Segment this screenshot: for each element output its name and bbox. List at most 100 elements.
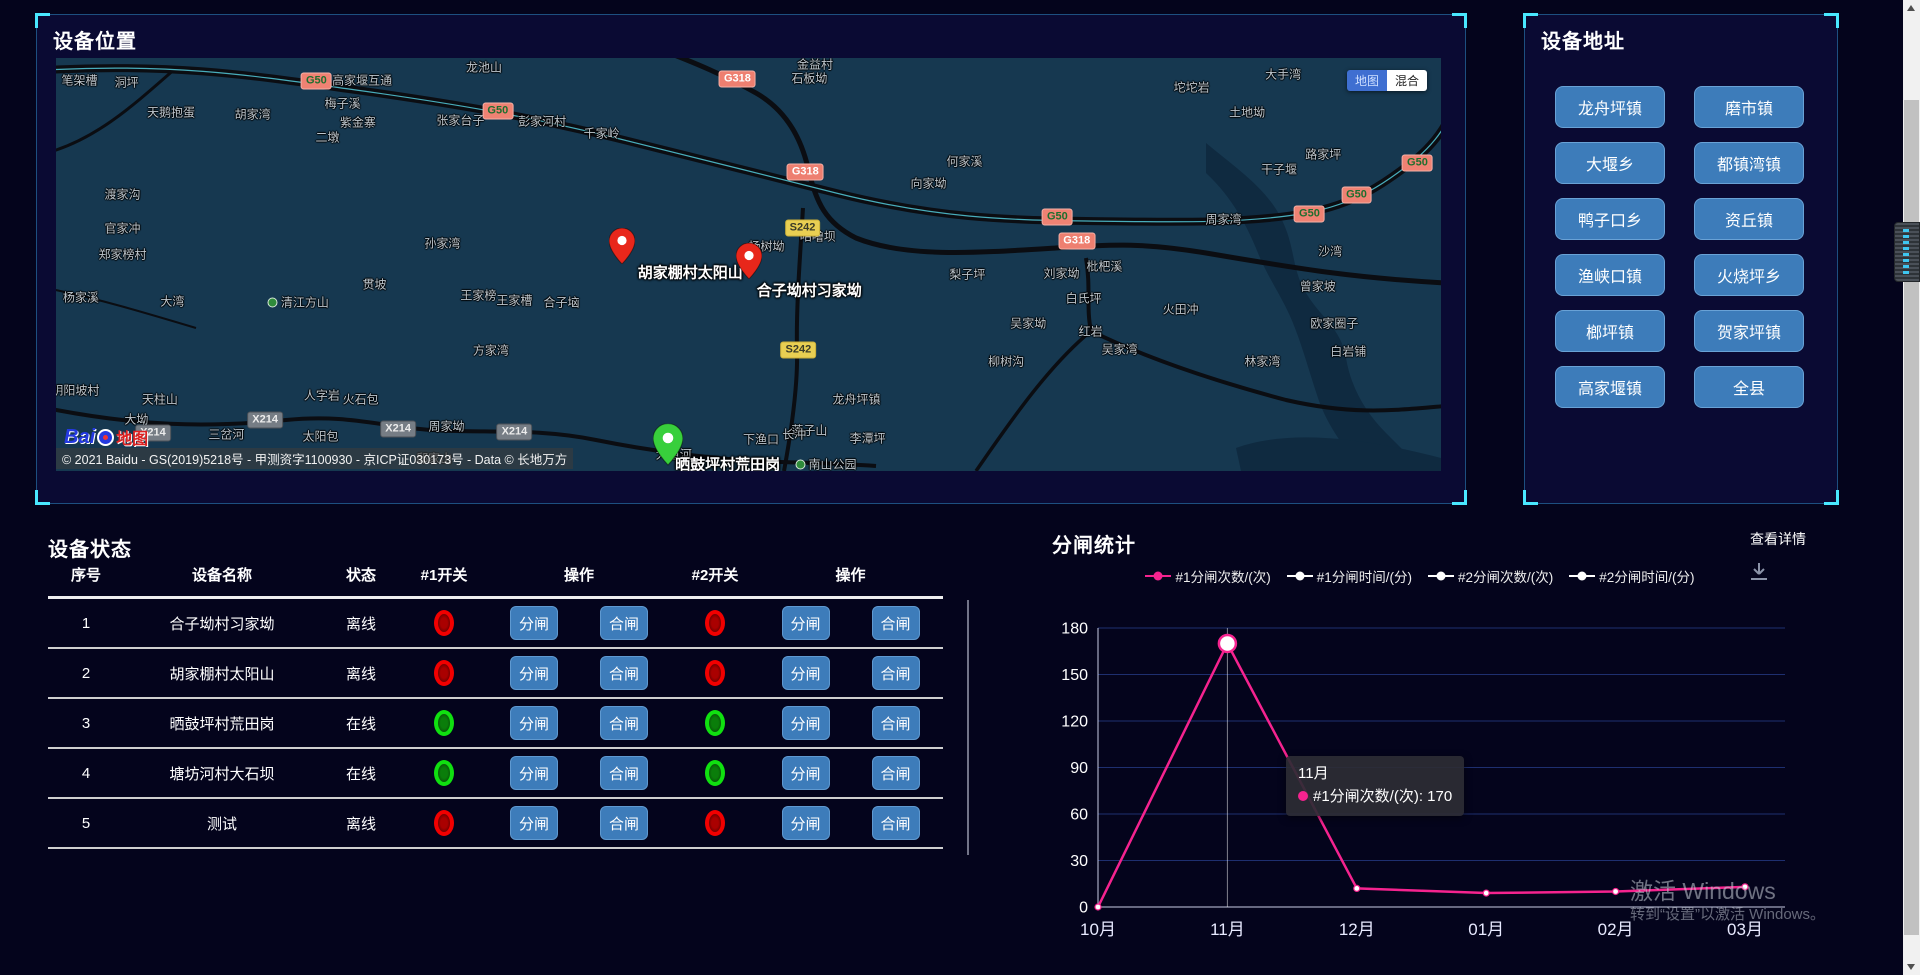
map-place-label: 石板坳 bbox=[791, 69, 827, 86]
legend-label: #2分闸次数/(次) bbox=[1458, 566, 1553, 586]
table-row: 1合子坳村习家坳离线分闸合闸分闸合闸 bbox=[48, 599, 943, 649]
close-switch-button[interactable]: 合闸 bbox=[600, 756, 648, 790]
address-button[interactable]: 龙舟坪镇 bbox=[1555, 86, 1665, 128]
switch2-cell bbox=[672, 660, 758, 686]
close-switch-button[interactable]: 合闸 bbox=[872, 756, 920, 790]
map-place-label: 柳树沟 bbox=[988, 353, 1024, 370]
address-button[interactable]: 全县 bbox=[1694, 366, 1804, 408]
table-row: 5测试离线分闸合闸分闸合闸 bbox=[48, 799, 943, 849]
switch1-indicator bbox=[434, 660, 454, 686]
view-details-link[interactable]: 查看详情 bbox=[1750, 529, 1806, 549]
device-name: 晒鼓坪村荒田岗 bbox=[124, 713, 320, 734]
open-switch-button[interactable]: 分闸 bbox=[782, 756, 830, 790]
road-shield: X214 bbox=[380, 420, 416, 437]
address-button[interactable]: 火烧坪乡 bbox=[1694, 254, 1804, 296]
switch2-indicator bbox=[705, 760, 725, 786]
table-scrollbar[interactable] bbox=[967, 600, 969, 855]
map-marker[interactable] bbox=[609, 228, 635, 269]
switch1-cell bbox=[402, 760, 486, 786]
address-button[interactable]: 渔峡口镇 bbox=[1555, 254, 1665, 296]
legend-item[interactable]: #2分闸次数/(次) bbox=[1428, 566, 1553, 586]
table-header-row: 序号设备名称状态#1开关操作#2开关操作 bbox=[48, 553, 943, 599]
switch2-cell bbox=[672, 610, 758, 636]
tooltip-row: #1分闸次数/(次): 170 bbox=[1298, 786, 1452, 809]
switch2-actions: 分闸 合闸 bbox=[758, 706, 943, 740]
road-shield: G318 bbox=[719, 71, 756, 88]
road-shield: G50 bbox=[1042, 209, 1073, 226]
address-button-grid: 龙舟坪镇磨市镇大堰乡都镇湾镇鸭子口乡资丘镇渔峡口镇火烧坪乡榔坪镇贺家坪镇高家堰镇… bbox=[1555, 86, 1804, 408]
close-switch-button[interactable]: 合闸 bbox=[600, 656, 648, 690]
switch1-actions: 分闸 合闸 bbox=[486, 806, 672, 840]
map-type-map-button[interactable]: 地图 bbox=[1347, 70, 1387, 91]
open-switch-button[interactable]: 分闸 bbox=[782, 656, 830, 690]
map-place-label: 周家坳 bbox=[429, 417, 465, 434]
device-status: 离线 bbox=[320, 613, 402, 634]
legend-label: #1分闸次数/(次) bbox=[1175, 566, 1270, 586]
open-switch-button[interactable]: 分闸 bbox=[510, 656, 558, 690]
map-place-label: 梨子坪 bbox=[949, 265, 985, 282]
switch1-actions: 分闸 合闸 bbox=[486, 656, 672, 690]
switch2-indicator bbox=[705, 810, 725, 836]
map-place-label: 郑家榜村 bbox=[98, 246, 146, 263]
close-switch-button[interactable]: 合闸 bbox=[600, 706, 648, 740]
row-index: 5 bbox=[48, 815, 124, 832]
address-button[interactable]: 磨市镇 bbox=[1694, 86, 1804, 128]
legend-item[interactable]: #1分闸次数/(次) bbox=[1145, 566, 1270, 586]
legend-item[interactable]: #1分闸时间/(分) bbox=[1287, 566, 1412, 586]
close-switch-button[interactable]: 合闸 bbox=[872, 706, 920, 740]
address-button[interactable]: 大堰乡 bbox=[1555, 142, 1665, 184]
tooltip-title: 11月 bbox=[1298, 763, 1452, 786]
row-index: 3 bbox=[48, 715, 124, 732]
address-button[interactable]: 贺家坪镇 bbox=[1694, 310, 1804, 352]
map-type-hybrid-button[interactable]: 混合 bbox=[1387, 70, 1427, 91]
map-place-label: 三岔河 bbox=[208, 425, 244, 442]
address-button[interactable]: 高家堰镇 bbox=[1555, 366, 1665, 408]
open-switch-button[interactable]: 分闸 bbox=[782, 606, 830, 640]
switch1-indicator bbox=[434, 710, 454, 736]
open-switch-button[interactable]: 分闸 bbox=[510, 756, 558, 790]
map-marker[interactable] bbox=[736, 243, 762, 284]
address-button[interactable]: 鸭子口乡 bbox=[1555, 198, 1665, 240]
trip-stats-title: 分闸统计 bbox=[1052, 529, 1136, 558]
address-button[interactable]: 榔坪镇 bbox=[1555, 310, 1665, 352]
close-switch-button[interactable]: 合闸 bbox=[600, 806, 648, 840]
scroll-up-icon[interactable] bbox=[1907, 5, 1915, 11]
floating-side-widget[interactable] bbox=[1894, 222, 1920, 282]
browser-scrollbar[interactable] bbox=[1903, 0, 1920, 975]
row-index: 2 bbox=[48, 665, 124, 682]
svg-text:150: 150 bbox=[1061, 667, 1088, 684]
baidu-map[interactable]: 笔架槽洞坪天鹅抱蛋胡家湾高家堰互通梅子溪紫金寨二墩龙池山张家台子彭家河村千家岭金… bbox=[56, 58, 1441, 471]
map-place-label: 长冲 bbox=[782, 425, 806, 442]
legend-item[interactable]: #2分闸时间/(分) bbox=[1569, 566, 1694, 586]
scroll-down-icon[interactable] bbox=[1907, 964, 1915, 970]
map-marker-label: 合子坳村习家坳 bbox=[757, 280, 862, 301]
device-status: 在线 bbox=[320, 763, 402, 784]
svg-text:12月: 12月 bbox=[1339, 920, 1375, 939]
open-switch-button[interactable]: 分闸 bbox=[782, 706, 830, 740]
column-header: #1开关 bbox=[402, 564, 486, 585]
svg-text:0: 0 bbox=[1079, 900, 1088, 917]
svg-text:30: 30 bbox=[1070, 853, 1088, 870]
map-place-label: 大手湾 bbox=[1265, 66, 1301, 83]
open-switch-button[interactable]: 分闸 bbox=[510, 706, 558, 740]
road-shield: G50 bbox=[1341, 187, 1372, 204]
map-place-label: 贯坡 bbox=[363, 275, 387, 292]
switch1-cell bbox=[402, 660, 486, 686]
map-marker-label: 胡家棚村太阳山 bbox=[638, 261, 743, 282]
windows-activation-watermark: 激活 Windows bbox=[1630, 872, 1776, 906]
column-header: 操作 bbox=[486, 564, 672, 585]
open-switch-button[interactable]: 分闸 bbox=[510, 606, 558, 640]
column-header: 序号 bbox=[48, 564, 124, 585]
map-place-label: 官家冲 bbox=[104, 220, 140, 237]
close-switch-button[interactable]: 合闸 bbox=[600, 606, 648, 640]
close-switch-button[interactable]: 合闸 bbox=[872, 606, 920, 640]
open-switch-button[interactable]: 分闸 bbox=[510, 806, 558, 840]
column-header: #2开关 bbox=[672, 564, 758, 585]
switch2-cell bbox=[672, 710, 758, 736]
switch2-indicator bbox=[705, 610, 725, 636]
address-button[interactable]: 都镇湾镇 bbox=[1694, 142, 1804, 184]
close-switch-button[interactable]: 合闸 bbox=[872, 656, 920, 690]
open-switch-button[interactable]: 分闸 bbox=[782, 806, 830, 840]
address-button[interactable]: 资丘镇 bbox=[1694, 198, 1804, 240]
close-switch-button[interactable]: 合闸 bbox=[872, 806, 920, 840]
